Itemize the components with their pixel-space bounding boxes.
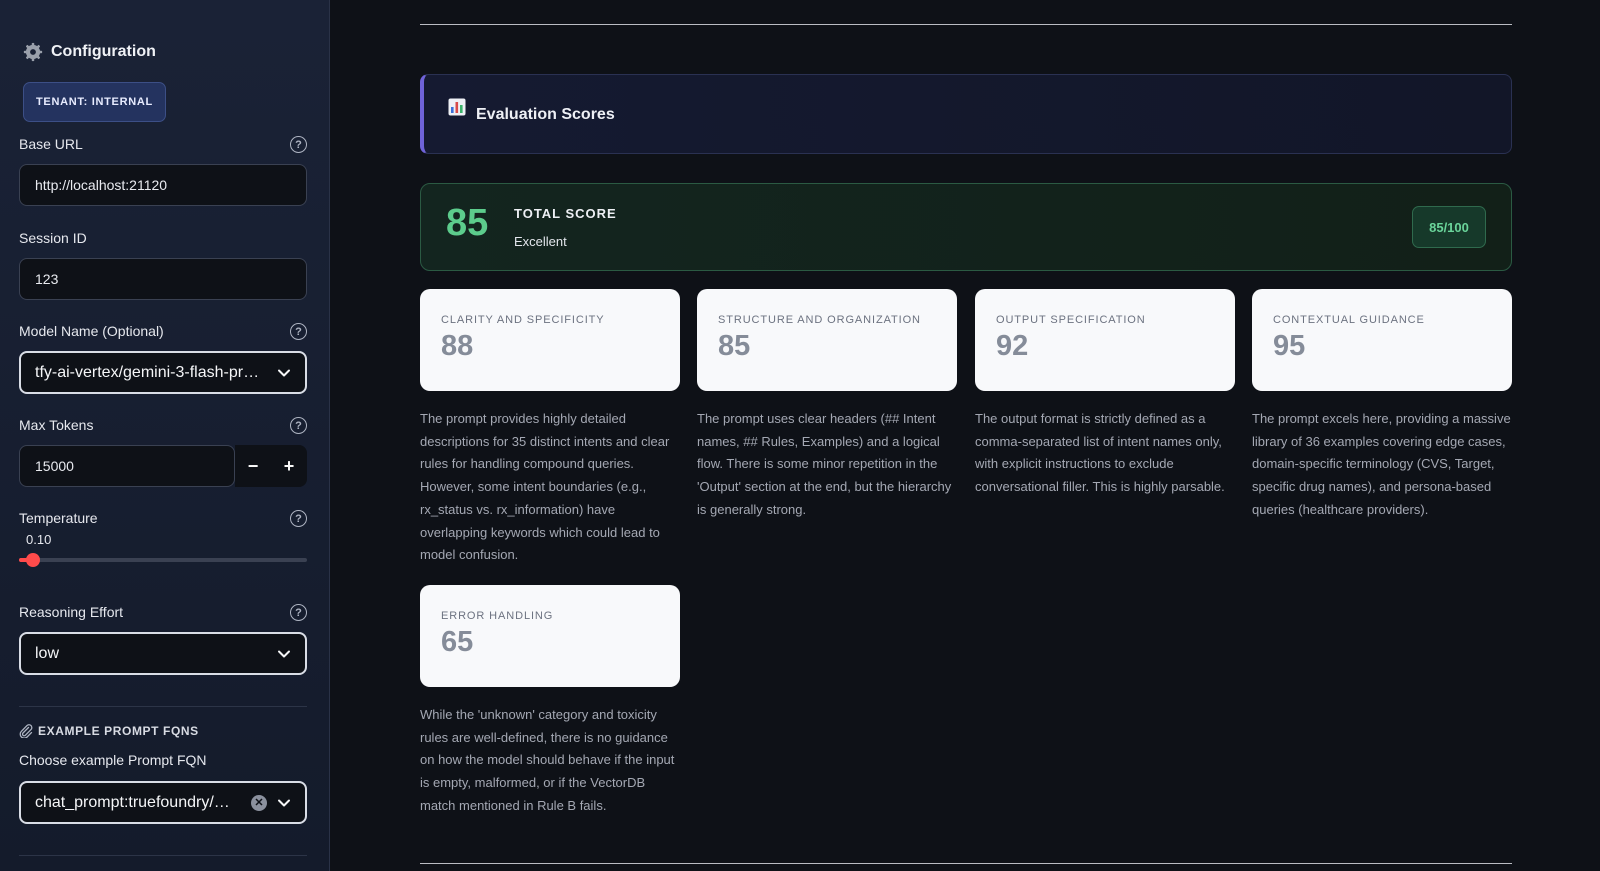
criteria-description: The prompt uses clear headers (## Intent… xyxy=(697,411,952,517)
model-name-help-icon[interactable]: ? xyxy=(290,323,307,340)
criteria-card: OUTPUT SPECIFICATION 92 xyxy=(975,289,1235,391)
criteria-score: 88 xyxy=(441,330,474,362)
total-score-badge: 85/100 xyxy=(1412,206,1486,248)
chevron-down-icon xyxy=(278,799,290,806)
model-name-value: tfy-ai-vertex/gemini-3-flash-preview xyxy=(35,363,260,381)
criteria-description: The prompt excels here, providing a mass… xyxy=(1252,411,1511,517)
example-prompt-select[interactable]: chat_prompt:truefoundry/default/intent-c… xyxy=(19,781,307,824)
base-url-label: Base URL xyxy=(19,136,83,152)
example-prompt-value: chat_prompt:truefoundry/default/intent-c… xyxy=(35,793,230,811)
criteria-card: CLARITY AND SPECIFICITY 88 xyxy=(420,289,680,391)
criteria-label: CONTEXTUAL GUIDANCE xyxy=(1273,314,1425,326)
chevron-down-icon xyxy=(278,369,290,376)
gear-icon xyxy=(23,42,43,62)
decrement-button[interactable]: − xyxy=(235,445,271,487)
criteria-score: 85 xyxy=(718,330,751,362)
top-divider xyxy=(420,24,1512,25)
evaluation-scores-banner: Evaluation Scores xyxy=(420,74,1512,154)
choose-example-label: Choose example Prompt FQN xyxy=(19,752,207,768)
bar-chart-icon xyxy=(448,98,466,116)
total-score-card: 85 TOTAL SCORE Excellent 85/100 xyxy=(420,183,1512,271)
criteria-description: The prompt provides highly detailed desc… xyxy=(420,411,670,563)
criteria-description: The output format is strictly defined as… xyxy=(975,411,1225,495)
session-id-input[interactable]: 123 xyxy=(19,258,307,300)
sidebar-title-text: Configuration xyxy=(51,43,156,60)
evaluation-scores-title: Evaluation Scores xyxy=(476,106,615,123)
example-prompt-section-title: EXAMPLE PROMPT FQNS xyxy=(38,724,199,738)
example-prompt-section-heading: EXAMPLE PROMPT FQNS xyxy=(19,724,199,738)
max-tokens-input[interactable]: 15000 xyxy=(19,445,235,487)
criteria-card: ERROR HANDLING 65 xyxy=(420,585,680,687)
criteria-card: STRUCTURE AND ORGANIZATION 85 xyxy=(697,289,957,391)
reasoning-effort-label: Reasoning Effort xyxy=(19,604,124,620)
sidebar-divider xyxy=(19,706,307,707)
total-score-value: 85 xyxy=(446,202,489,244)
paperclip-icon xyxy=(19,724,33,738)
criteria-score: 65 xyxy=(441,626,474,658)
criteria-label: CLARITY AND SPECIFICITY xyxy=(441,314,605,326)
total-score-rating: Excellent xyxy=(514,234,567,249)
tenant-badge: TENANT: INTERNAL xyxy=(23,82,166,122)
temperature-label: Temperature xyxy=(19,510,98,526)
model-name-select[interactable]: tfy-ai-vertex/gemini-3-flash-preview xyxy=(19,351,307,394)
base-url-help-icon[interactable]: ? xyxy=(290,136,307,153)
base-url-input[interactable]: http://localhost:21120 xyxy=(19,164,307,206)
sidebar: Configuration TENANT: INTERNAL Base URL … xyxy=(0,0,330,871)
chevron-down-icon xyxy=(278,650,290,657)
criteria-score: 95 xyxy=(1273,330,1306,362)
temperature-value: 0.10 xyxy=(26,532,52,547)
sidebar-title: Configuration xyxy=(23,42,156,62)
total-score-label: TOTAL SCORE xyxy=(514,206,617,221)
temperature-slider-handle[interactable] xyxy=(26,553,41,567)
criteria-label: STRUCTURE AND ORGANIZATION xyxy=(718,314,921,326)
bottom-divider xyxy=(420,863,1512,864)
model-name-label: Model Name (Optional) xyxy=(19,323,164,339)
max-tokens-stepper: − + xyxy=(235,445,307,487)
criteria-label: ERROR HANDLING xyxy=(441,610,554,622)
sidebar-divider xyxy=(19,855,307,856)
criteria-description: While the 'unknown' category and toxicit… xyxy=(420,707,675,813)
session-id-label: Session ID xyxy=(19,230,87,246)
reasoning-effort-value: low xyxy=(35,644,60,662)
max-tokens-help-icon[interactable]: ? xyxy=(290,417,307,434)
criteria-label: OUTPUT SPECIFICATION xyxy=(996,314,1146,326)
criteria-card: CONTEXTUAL GUIDANCE 95 xyxy=(1252,289,1512,391)
temperature-slider-track[interactable] xyxy=(19,558,307,562)
temperature-help-icon[interactable]: ? xyxy=(290,510,307,527)
reasoning-effort-select[interactable]: low xyxy=(19,632,307,675)
clear-icon[interactable]: ✕ xyxy=(251,794,267,811)
max-tokens-label: Max Tokens xyxy=(19,417,94,433)
reasoning-effort-help-icon[interactable]: ? xyxy=(290,604,307,621)
increment-button[interactable]: + xyxy=(271,445,307,487)
criteria-score: 92 xyxy=(996,330,1029,362)
